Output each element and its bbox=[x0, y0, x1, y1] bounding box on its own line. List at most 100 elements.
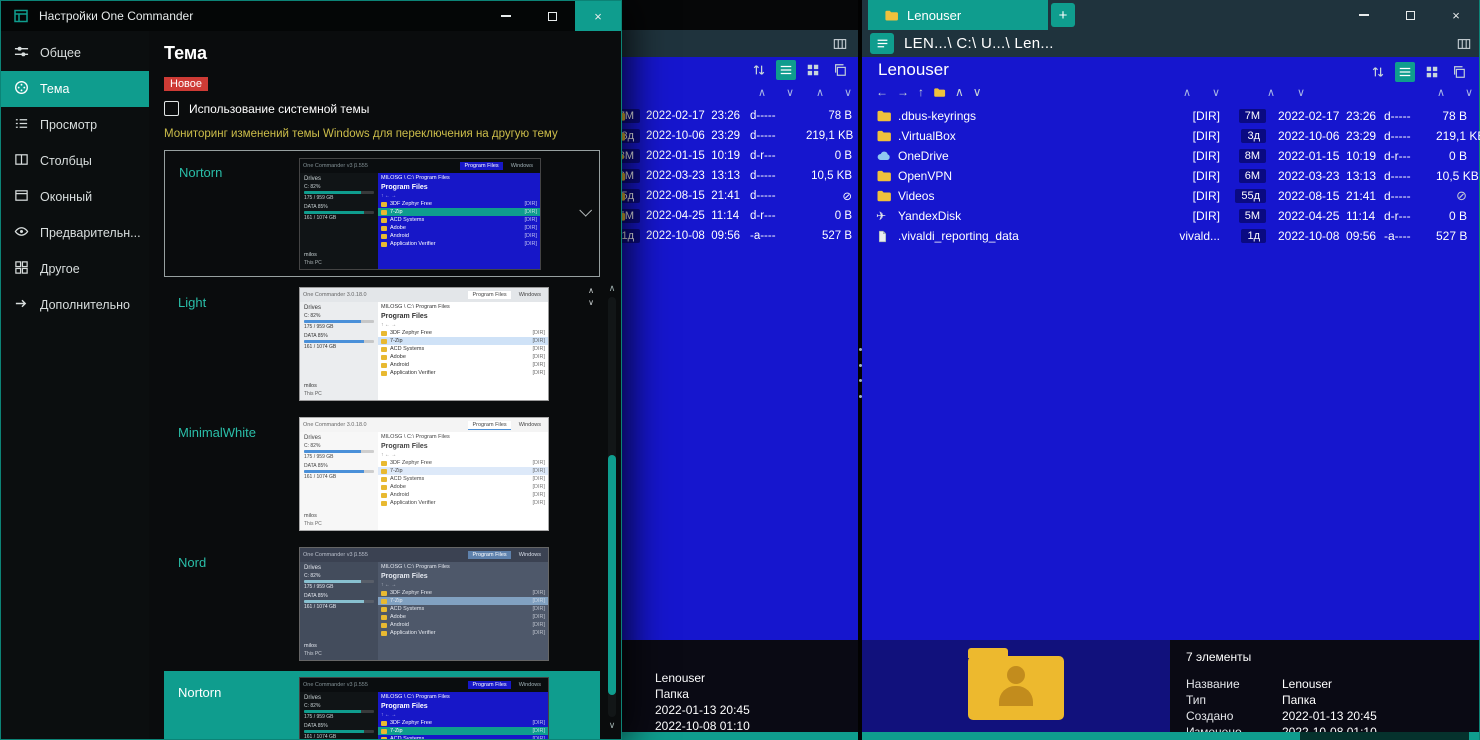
scroll-up-icon[interactable]: ∧ bbox=[606, 283, 618, 294]
theme-option-nord[interactable]: Nord One Commander v3 β.555 Program Files W… bbox=[164, 541, 600, 671]
cloud-icon bbox=[876, 148, 892, 164]
close-button[interactable]: × bbox=[1433, 0, 1479, 30]
folder-icon bbox=[876, 108, 892, 124]
theme-option-label: Light bbox=[178, 295, 207, 310]
dual-pane-icon[interactable] bbox=[830, 60, 850, 80]
sidebar-item-view[interactable]: Просмотр bbox=[1, 107, 149, 143]
file-row[interactable]: OpenVPN [DIR] 6M 2022-03-23 13:13 d----- 10,5… bbox=[862, 166, 1479, 186]
app-icon bbox=[13, 8, 29, 24]
selected-theme-preview: One Commander v3 β.555 Program Files Windo… bbox=[299, 158, 541, 270]
file-attributes: d-r--- bbox=[1384, 209, 1411, 223]
file-date: 2022-01-15 10:19 bbox=[646, 150, 740, 162]
breadcrumb[interactable]: LEN...\ C:\ U...\ Len... bbox=[904, 35, 1054, 52]
sidebar-item-label: Столбцы bbox=[40, 154, 92, 168]
sidebar-item-label: Дополнительно bbox=[40, 298, 130, 312]
minimize-button[interactable] bbox=[1341, 0, 1387, 30]
theme-dropdown[interactable]: Nortorn One Commander v3 β.555 Program Fi… bbox=[164, 150, 600, 277]
sidebar-item-columns[interactable]: Столбцы bbox=[1, 143, 149, 179]
file-type: [DIR] bbox=[1192, 169, 1220, 183]
scrollbar-thumb[interactable] bbox=[862, 732, 1301, 740]
columns-layout-icon[interactable] bbox=[1457, 37, 1471, 51]
theme-option-label: Nord bbox=[178, 555, 207, 570]
sort-desc-icon[interactable]: ∨ bbox=[786, 86, 794, 99]
sort-asc-icon[interactable]: ∧ bbox=[1267, 86, 1275, 99]
sort-asc-icon[interactable]: ∧ bbox=[1183, 86, 1191, 99]
file-row[interactable]: ✈ YandexDisk [DIR] 5M 2022-04-25 11:14 d-r---… bbox=[862, 206, 1479, 226]
file-date: 2022-03-23 13:13 bbox=[1278, 169, 1377, 183]
sort-desc-icon[interactable]: ∨ bbox=[1297, 86, 1305, 99]
maximize-button[interactable] bbox=[1387, 0, 1433, 30]
forward-icon[interactable]: → bbox=[897, 85, 909, 99]
theme-option-nortorn[interactable]: Nortorn One Commander v3 β.555 Program Fil… bbox=[164, 671, 600, 739]
folder-icon[interactable] bbox=[933, 86, 946, 99]
new-badge: Новое bbox=[164, 77, 209, 91]
sort-asc-icon[interactable]: ∧ bbox=[758, 86, 766, 99]
sort-desc-icon[interactable]: ∨ bbox=[1465, 86, 1473, 99]
chevron-down-icon[interactable] bbox=[579, 203, 593, 217]
sort-asc-icon[interactable]: ∧ bbox=[816, 86, 824, 99]
file-attributes: d----- bbox=[750, 110, 776, 122]
settings-content: Тема Новое Использование системной темы … bbox=[149, 31, 621, 739]
file-size: 0 B bbox=[834, 210, 852, 222]
tab-lenouser[interactable]: Lenouser bbox=[868, 0, 1048, 30]
file-size: 0 B bbox=[1448, 149, 1467, 163]
theme-option-preview: One Commander 3.0.18.0 Program Files Windo… bbox=[299, 287, 549, 401]
up-icon[interactable]: ↑ bbox=[918, 85, 924, 99]
shared-folder-icon bbox=[968, 648, 1064, 720]
sidebar-item-theme[interactable]: Тема bbox=[1, 71, 149, 107]
close-button[interactable]: × bbox=[575, 1, 621, 31]
list-scroll-arrows[interactable]: ∧ ∨ bbox=[585, 285, 597, 309]
sort-asc-icon[interactable]: ∧ bbox=[955, 85, 964, 99]
file-attributes: d----- bbox=[750, 130, 776, 142]
scroll-down-icon[interactable]: ∨ bbox=[606, 720, 618, 731]
horizontal-scrollbar[interactable] bbox=[862, 732, 1479, 740]
window-resize-handle[interactable] bbox=[855, 340, 865, 406]
minimize-button[interactable] bbox=[483, 1, 529, 31]
theme-option-minimalwhite[interactable]: MinimalWhite One Commander 3.0.18.0 Progra… bbox=[164, 411, 600, 541]
sort-desc-icon[interactable]: ∨ bbox=[973, 85, 982, 99]
file-row[interactable]: .dbus-keyrings [DIR] 7M 2022-02-17 23:26 d--… bbox=[862, 106, 1479, 126]
file-row[interactable]: .vivaldi_reporting_data vivald... 1д 2022-1… bbox=[862, 226, 1479, 246]
file-attributes: d----- bbox=[1384, 189, 1411, 203]
theme-preview-dark: One Commander v3 β.555 Program Files Windo… bbox=[299, 158, 541, 270]
new-tab-button[interactable]: + bbox=[1051, 3, 1075, 27]
file-age-badge: 55д bbox=[1235, 189, 1266, 203]
sort-icon[interactable] bbox=[749, 60, 769, 80]
scrollbar-thumb[interactable] bbox=[608, 455, 616, 695]
info-line: 2022-10-08 01:10 bbox=[655, 719, 750, 732]
theme-option-light[interactable]: Light One Commander 3.0.18.0 Program Files… bbox=[164, 281, 600, 411]
file-size: ⊘ bbox=[842, 191, 852, 203]
sidebar-item-preview[interactable]: Предварительн... bbox=[1, 215, 149, 251]
sidebar-item-advanced[interactable]: Дополнительно bbox=[1, 287, 149, 323]
sidebar-item-window[interactable]: Оконный bbox=[1, 179, 149, 215]
back-icon[interactable]: ← bbox=[876, 85, 888, 99]
sidebar-item-other[interactable]: Другое bbox=[1, 251, 149, 287]
sort-desc-icon[interactable]: ∨ bbox=[1212, 86, 1220, 99]
sort-icon[interactable] bbox=[1368, 62, 1388, 82]
scrollbar-track[interactable] bbox=[608, 297, 616, 717]
list-view-icon[interactable] bbox=[1395, 62, 1415, 82]
system-theme-checkbox[interactable] bbox=[164, 101, 179, 116]
maximize-button[interactable] bbox=[529, 1, 575, 31]
grid-view-icon[interactable] bbox=[1422, 62, 1442, 82]
sort-desc-icon[interactable]: ∨ bbox=[844, 86, 852, 99]
columns-layout-icon[interactable] bbox=[830, 34, 850, 54]
file-attributes: -a---- bbox=[1384, 229, 1411, 243]
sort-asc-icon[interactable]: ∧ bbox=[1437, 86, 1445, 99]
file-name: YandexDisk bbox=[898, 209, 962, 223]
file-row[interactable]: Videos [DIR] 55д 2022-08-15 21:41 d----- ⊘ bbox=[862, 186, 1479, 206]
dual-pane-icon[interactable] bbox=[1449, 62, 1469, 82]
list-view-icon[interactable] bbox=[776, 60, 796, 80]
sidebar-item-general[interactable]: Общее bbox=[1, 35, 149, 71]
file-row[interactable]: OneDrive [DIR] 8M 2022-01-15 10:19 d-r--- 0 B bbox=[862, 146, 1479, 166]
vertical-scrollbar[interactable]: ∧ ∨ bbox=[606, 283, 618, 731]
desktop: ∧ ∨ ∧ ∨ 7M 2022-02-17 23:26 d----- 78 B 3д 20… bbox=[0, 0, 1480, 740]
scrollbar-end[interactable] bbox=[1469, 732, 1479, 740]
grid-view-icon[interactable] bbox=[803, 60, 823, 80]
info-line: Lenouser bbox=[655, 671, 706, 685]
file-name: OneDrive bbox=[898, 149, 949, 163]
file-date: 2022-10-08 09:56 bbox=[646, 230, 740, 242]
menu-icon[interactable] bbox=[870, 33, 894, 54]
selected-theme-name: Nortorn bbox=[179, 165, 223, 180]
file-row[interactable]: .VirtualBox [DIR] 3д 2022-10-06 23:29 d-----… bbox=[862, 126, 1480, 146]
